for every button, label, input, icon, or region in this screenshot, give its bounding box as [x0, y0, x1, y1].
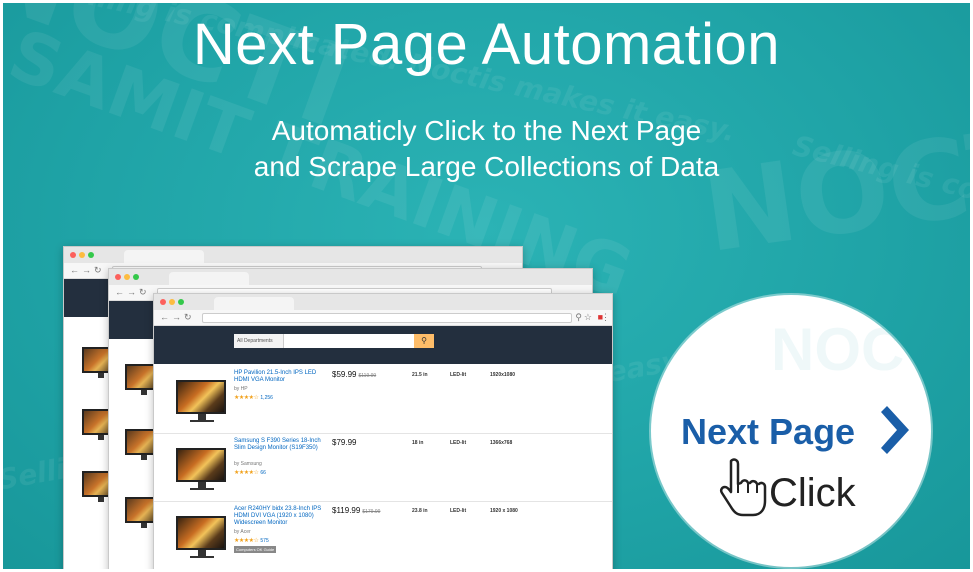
banner: NOCTI NOCTI SAMIT TRAINING Selling is co…	[3, 3, 970, 569]
subtitle-line-2: and Scrape Large Collections of Data	[253, 151, 720, 182]
spec-type: LED-lit	[450, 440, 467, 446]
headline: Next Page Automation	[192, 12, 781, 77]
product-row[interactable]: HP Pavilion 21.5-Inch IPS LED HDMI VGA M…	[154, 366, 612, 434]
product-price: $59.99 $119.99	[332, 370, 377, 379]
product-image[interactable]	[176, 380, 226, 422]
spec-resolution: 1920 x 1080	[490, 508, 518, 514]
product-row[interactable]: Acer R240HY bidx 23.8-Inch IPS HDMI DVI …	[154, 502, 612, 569]
spec-resolution: 1366x768	[490, 440, 513, 446]
product-title[interactable]: Acer R240HY bidx 23.8-Inch IPS HDMI DVI …	[234, 506, 326, 527]
watermark-text: NOCTI	[771, 316, 931, 383]
review-count[interactable]: 66	[260, 470, 266, 476]
spec-type: LED-lit	[450, 508, 467, 514]
search-bar[interactable]: All Departments ⚲	[234, 334, 434, 348]
search-icon: ⚲	[575, 312, 582, 322]
search-button[interactable]: ⚲	[414, 334, 434, 348]
product-brand: by Acer	[234, 529, 251, 535]
star-icon[interactable]: ☆	[584, 312, 592, 323]
hand-pointer-icon	[719, 458, 767, 517]
back-icon[interactable]: ←	[160, 312, 169, 322]
product-price: $119.99 $179.99	[332, 506, 381, 515]
menu-icon[interactable]: ⋮	[601, 312, 610, 323]
product-image[interactable]	[176, 516, 226, 558]
product-title[interactable]: Samsung S F390 Series 18-Inch Slim Desig…	[234, 438, 326, 452]
product-list: HP Pavilion 21.5-Inch IPS LED HDMI VGA M…	[154, 366, 612, 569]
product-row[interactable]: Samsung S F390 Series 18-Inch Slim Desig…	[154, 434, 612, 502]
address-bar[interactable]	[202, 313, 572, 323]
spec-size: 23.8 in	[412, 508, 428, 514]
forward-icon[interactable]: →	[172, 312, 181, 322]
browser-window-front: ← → ↻ ⚲ ☆ ■ ⋮ All Departments ⚲ HP Pavil…	[153, 293, 613, 569]
spec-size: 21.5 in	[412, 372, 428, 378]
rating-stars: ★★★★☆ 575	[234, 538, 269, 544]
spec-size: 18 in	[412, 440, 424, 446]
review-count[interactable]: 575	[260, 538, 268, 544]
product-title[interactable]: HP Pavilion 21.5-Inch IPS LED HDMI VGA M…	[234, 370, 326, 384]
product-image[interactable]	[176, 448, 226, 490]
click-label: Click	[769, 471, 856, 515]
subtitle-line-1: Automaticly Click to the Next Page	[271, 115, 702, 146]
product-brand: by Samsung	[234, 461, 262, 467]
product-brand: by HP	[234, 386, 248, 392]
chevron-right-icon[interactable]	[879, 400, 919, 460]
product-badge: Computers OK Guide	[234, 546, 277, 553]
spec-resolution: 1920x1080	[490, 372, 516, 378]
reload-icon[interactable]: ↻	[184, 312, 192, 323]
store-header: All Departments ⚲	[154, 326, 612, 364]
next-page-callout: NOCTI Next Page Click	[651, 295, 931, 567]
department-select[interactable]: All Departments	[234, 334, 284, 348]
rating-stars: ★★★★☆ 1,256	[234, 395, 273, 401]
next-page-button-label[interactable]: Next Page	[681, 411, 855, 453]
product-price: $79.99	[332, 438, 357, 447]
rating-stars: ★★★★☆ 66	[234, 470, 266, 476]
spec-type: LED-lit	[450, 372, 467, 378]
review-count[interactable]: 1,256	[260, 395, 273, 401]
